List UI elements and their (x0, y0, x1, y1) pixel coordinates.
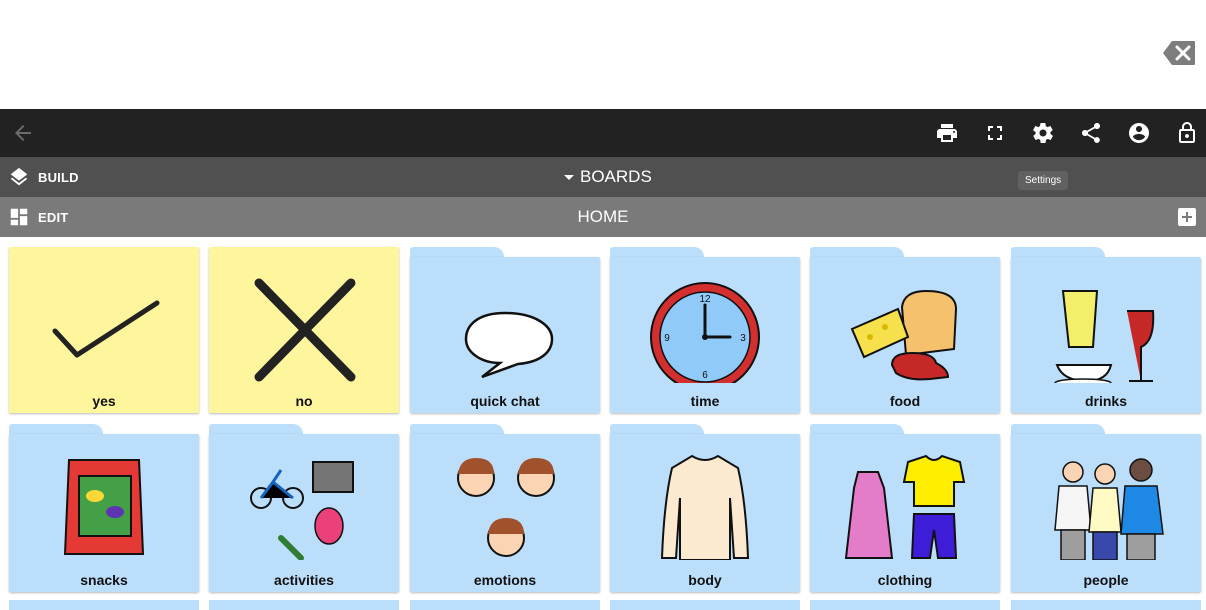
svg-text:12: 12 (699, 294, 711, 305)
build-label: BUILD (38, 169, 79, 185)
layers-icon (10, 167, 28, 186)
cross-icon (229, 265, 379, 383)
svg-text:3: 3 (740, 333, 746, 344)
back-arrow-icon[interactable] (11, 121, 35, 145)
tile-people[interactable]: people (1011, 424, 1201, 592)
tile-food[interactable]: food (810, 247, 1000, 413)
lock-icon[interactable] (1175, 121, 1199, 145)
faces-icon (430, 442, 580, 560)
tile-emotions[interactable]: emotions (410, 424, 600, 592)
tile-label: clothing (877, 572, 933, 588)
tile-body[interactable]: body (610, 424, 800, 592)
edit-label: EDIT (38, 209, 69, 225)
board-title: HOME (577, 207, 629, 226)
svg-text:6: 6 (702, 370, 708, 381)
next-row-tile[interactable] (810, 600, 1000, 610)
next-row-tile[interactable] (9, 600, 199, 610)
next-row-tile[interactable] (1011, 600, 1201, 610)
tile-activities[interactable]: activities (209, 424, 399, 592)
add-icon[interactable] (1178, 208, 1196, 226)
settings-tooltip: Settings (1018, 171, 1069, 190)
account-icon[interactable] (1127, 121, 1151, 145)
fullscreen-icon[interactable] (983, 121, 1007, 145)
tile-label: snacks (80, 572, 128, 588)
drinks-icon (1031, 265, 1181, 388)
tile-label: drinks (1084, 393, 1127, 409)
food-icon (830, 265, 980, 383)
tile-label: emotions (473, 572, 537, 588)
tile-label: quick chat (470, 393, 540, 409)
tile-drinks[interactable]: drinks (1011, 247, 1201, 413)
tile-yes[interactable]: yes (9, 247, 199, 413)
tile-label: food (889, 393, 921, 409)
boards-label: BOARDS (580, 167, 652, 186)
tile-label: activities (274, 572, 334, 588)
tile-label: yes (92, 393, 116, 409)
activities-icon (229, 442, 379, 561)
clock-icon: 12 3 6 9 (630, 265, 780, 392)
next-row-tile[interactable] (410, 600, 600, 610)
tile-clothing[interactable]: clothing (810, 424, 1000, 592)
message-bar[interactable] (0, 0, 1206, 109)
tile-time[interactable]: 12 3 6 9 time (610, 247, 800, 413)
snack-bag-icon (29, 442, 179, 560)
body-icon (630, 442, 780, 561)
people-icon (1031, 442, 1181, 561)
gear-icon[interactable] (1031, 121, 1055, 145)
backspace-icon[interactable] (1162, 40, 1196, 66)
dashboard-icon (10, 208, 28, 226)
tile-no[interactable]: no (209, 247, 399, 413)
caret-down-icon (564, 175, 574, 180)
next-row-tile[interactable] (209, 600, 399, 610)
share-icon[interactable] (1079, 121, 1103, 145)
build-button[interactable]: BUILD (8, 165, 79, 189)
tile-label: body (688, 572, 722, 588)
print-icon[interactable] (935, 121, 959, 145)
svg-text:9: 9 (664, 333, 670, 344)
boards-dropdown[interactable]: BOARDS (562, 165, 652, 189)
speech-bubble-icon (430, 265, 580, 383)
tile-label: people (1083, 572, 1129, 588)
edit-bar: EDIT HOME (0, 197, 1206, 237)
top-toolbar (0, 109, 1206, 157)
board-grid: yes no quick chat 12 3 6 9 time food dri… (0, 237, 1206, 604)
edit-button[interactable]: EDIT (8, 205, 68, 229)
tile-label: time (690, 393, 720, 409)
tile-quick-chat[interactable]: quick chat (410, 247, 600, 413)
tile-snacks[interactable]: snacks (9, 424, 199, 592)
tile-label: no (295, 393, 313, 409)
clothing-icon (830, 442, 980, 560)
checkmark-icon (29, 265, 179, 383)
next-row-tile[interactable] (610, 600, 800, 610)
